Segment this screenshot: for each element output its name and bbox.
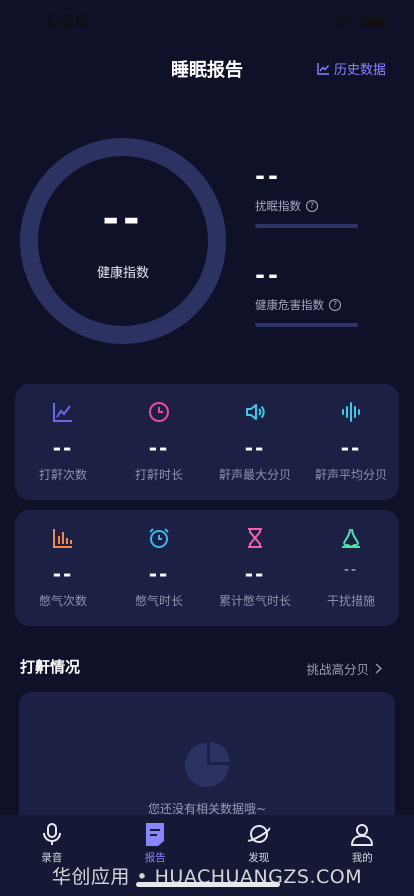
health-hazard-value: -- bbox=[255, 261, 281, 289]
snore-stats-card: -- 打鼾次数 -- 打鼾时长 -- 鼾声最大分贝 -- 鼾声平均分贝 bbox=[15, 384, 399, 500]
snore-avg-db-label: 鼾声平均分贝 bbox=[314, 468, 387, 482]
question-icon[interactable]: ? bbox=[329, 299, 341, 311]
total-breath-hold-value: -- bbox=[244, 562, 266, 586]
bar-chart-icon bbox=[53, 529, 72, 548]
status-icons bbox=[334, 15, 386, 29]
total-breath-hold-stat[interactable]: -- 累计憋气时长 bbox=[207, 510, 303, 626]
breath-hold-stats-card: -- 憋气次数 -- 憋气时长 -- 累计憋气时长 -- 干扰措施 bbox=[15, 510, 399, 626]
planet-icon bbox=[247, 825, 270, 843]
sleep-disturbance-label-row: 扰眠指数 ? bbox=[255, 198, 365, 214]
breath-hold-duration-value: -- bbox=[148, 562, 170, 586]
status-time: 1:26 bbox=[44, 12, 87, 32]
wifi-icon bbox=[334, 15, 352, 28]
snore-max-db-value: -- bbox=[244, 436, 266, 460]
nose-icon bbox=[342, 528, 360, 548]
health-hazard-label-row: 健康危害指数 ? bbox=[255, 297, 365, 313]
report-icon bbox=[146, 823, 165, 846]
snore-avg-db-stat[interactable]: -- 鼾声平均分贝 bbox=[303, 384, 399, 500]
hourglass-icon bbox=[248, 528, 262, 548]
breath-hold-duration-stat[interactable]: -- 憋气时长 bbox=[111, 510, 207, 626]
snore-section-header: 打鼾情况 挑战高分贝 bbox=[20, 656, 394, 680]
home-indicator bbox=[136, 882, 280, 887]
microphone-icon bbox=[42, 823, 61, 845]
sound-wave-icon bbox=[342, 402, 360, 422]
health-hazard-metric: -- 健康危害指数 ? bbox=[255, 261, 365, 327]
clock-icon bbox=[149, 402, 169, 422]
intervention-label: 干扰措施 bbox=[326, 594, 375, 608]
battery-icon bbox=[360, 16, 386, 28]
snore-count-label: 打鼾次数 bbox=[38, 468, 87, 482]
speaker-icon bbox=[246, 404, 265, 420]
breath-hold-count-label: 憋气次数 bbox=[38, 594, 87, 608]
snore-duration-value: -- bbox=[148, 436, 170, 460]
challenge-high-db-label: 挑战高分贝 bbox=[306, 662, 369, 677]
breath-hold-count-value: -- bbox=[52, 562, 74, 586]
snore-avg-db-value: -- bbox=[340, 436, 362, 460]
question-icon[interactable]: ? bbox=[306, 200, 318, 212]
history-data-button[interactable]: 历史数据 bbox=[317, 59, 386, 78]
user-icon bbox=[351, 824, 374, 846]
health-index-label: 健康指数 bbox=[96, 266, 149, 281]
status-bar: 1:26 bbox=[0, 0, 414, 44]
snore-max-db-stat[interactable]: -- 鼾声最大分贝 bbox=[207, 384, 303, 500]
history-data-label: 历史数据 bbox=[333, 63, 386, 78]
sleep-disturbance-bar bbox=[255, 224, 358, 228]
sleep-disturbance-value: -- bbox=[255, 162, 281, 190]
sleep-disturbance-metric: -- 扰眠指数 ? bbox=[255, 162, 365, 228]
trend-chart-icon bbox=[317, 63, 330, 75]
header: 睡眠报告 历史数据 bbox=[0, 44, 414, 90]
sleep-disturbance-label: 扰眠指数 bbox=[255, 199, 301, 213]
challenge-high-db-link[interactable]: 挑战高分贝 bbox=[306, 659, 382, 678]
snore-duration-label: 打鼾时长 bbox=[134, 468, 183, 482]
chevron-right-icon bbox=[375, 663, 382, 674]
snore-count-stat[interactable]: -- 打鼾次数 bbox=[15, 384, 111, 500]
snore-max-db-label: 鼾声最大分贝 bbox=[218, 468, 291, 482]
snore-count-value: -- bbox=[52, 436, 74, 460]
total-breath-hold-label: 累计憋气时长 bbox=[218, 594, 291, 608]
intervention-stat[interactable]: -- 干扰措施 bbox=[303, 510, 399, 626]
line-chart-icon bbox=[53, 403, 72, 422]
snore-duration-stat[interactable]: -- 打鼾时长 bbox=[111, 384, 207, 500]
health-hazard-bar bbox=[255, 323, 358, 327]
health-hazard-label: 健康危害指数 bbox=[255, 298, 324, 312]
breath-hold-duration-label: 憋气时长 bbox=[134, 594, 183, 608]
alarm-clock-icon bbox=[149, 528, 169, 548]
pie-chart-icon bbox=[185, 742, 230, 787]
intervention-value: -- bbox=[343, 562, 359, 578]
health-index-value: -- bbox=[102, 196, 144, 242]
breath-hold-count-stat[interactable]: -- 憋气次数 bbox=[15, 510, 111, 626]
